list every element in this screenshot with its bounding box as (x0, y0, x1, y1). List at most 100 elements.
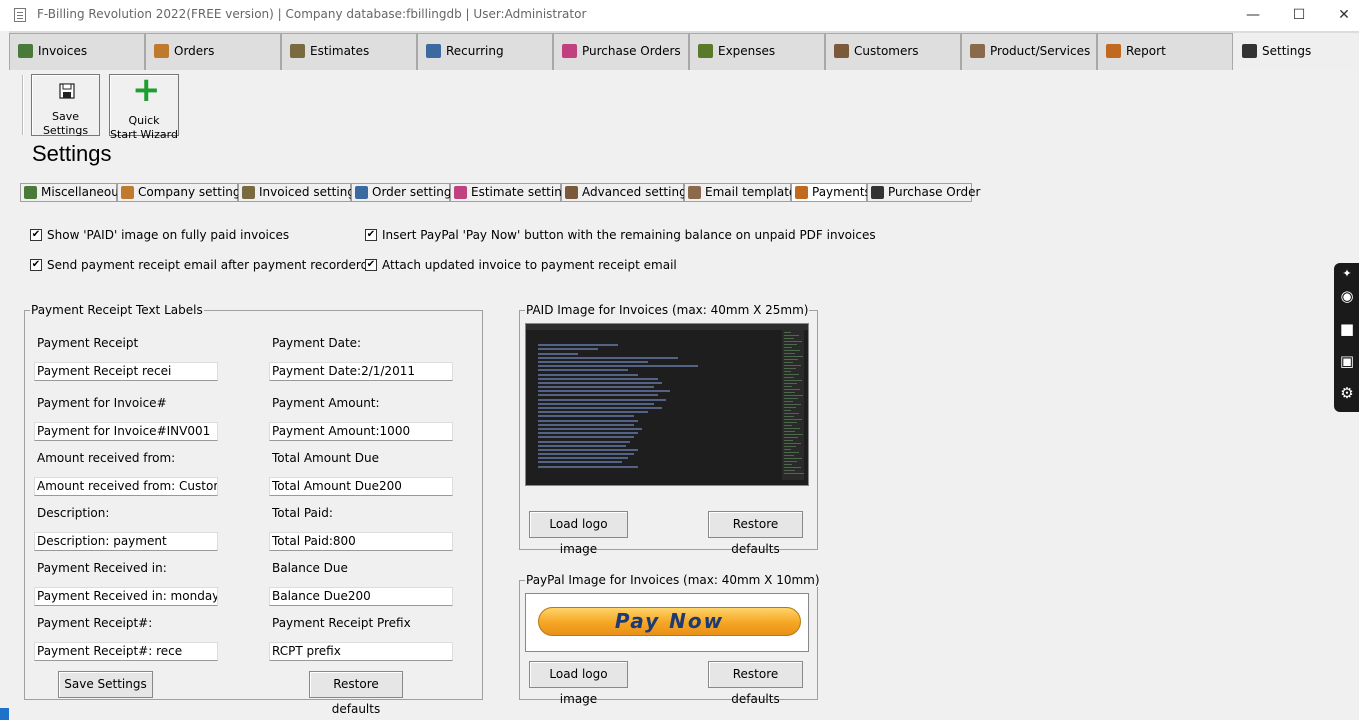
subtab-purchase-order[interactable]: Purchase Order (867, 183, 980, 202)
tab-recurring[interactable]: Recurring (417, 33, 553, 70)
subtab-label: Invoiced settings (259, 185, 362, 199)
tab-report[interactable]: Report (1097, 33, 1233, 70)
restore-defaults-labels-button[interactable]: Restore defaults (309, 671, 403, 716)
tab-label: Invoices (38, 44, 88, 58)
advanced-icon (565, 186, 578, 199)
minimize-button[interactable]: — (1238, 4, 1268, 26)
subtab-label: Miscellaneous (41, 185, 126, 199)
insert-paypal-label: Insert PayPal 'Pay Now' button with the … (382, 228, 876, 242)
tab-label: Purchase Orders (582, 44, 681, 58)
restore-paid-defaults-button[interactable]: Restore defaults (708, 511, 803, 556)
checkbox-box[interactable]: ✔ (30, 259, 42, 271)
subtab-payments[interactable]: Payments (791, 183, 871, 202)
subtab-company-settings[interactable]: Company settings (117, 183, 247, 202)
field-label: Payment Amount: (272, 396, 380, 410)
wizard-label-2: Start Wizard (110, 128, 178, 141)
field-label: Payment for Invoice# (37, 396, 167, 410)
restore-paypal-defaults-button[interactable]: Restore defaults (708, 661, 803, 706)
recurring-icon (426, 44, 441, 58)
invoiced-icon (242, 186, 255, 199)
paypal-image-title: PayPal Image for Invoices (max: 40mm X 1… (525, 573, 821, 587)
field-input[interactable]: Payment for Invoice#INV001 (34, 422, 218, 441)
load-paypal-logo-button[interactable]: Load logo image (529, 661, 628, 706)
paid-image-title: PAID Image for Invoices (max: 40mm X 25m… (525, 303, 810, 317)
field-input[interactable]: Payment Date:2/1/2011 (269, 362, 453, 381)
subtab-advanced-settings[interactable]: Advanced settings (561, 183, 693, 202)
subtab-invoiced-settings[interactable]: Invoiced settings (238, 183, 361, 202)
insert-paypal-checkbox[interactable]: ✔ Insert PayPal 'Pay Now' button with th… (365, 228, 876, 244)
payment-receipt-labels-title: Payment Receipt Text Labels (30, 303, 204, 317)
send-receipt-label: Send payment receipt email after payment… (47, 258, 369, 272)
subtab-miscellaneous[interactable]: Miscellaneous (20, 183, 125, 202)
checkbox-box[interactable]: ✔ (365, 229, 377, 241)
subtab-order-settings[interactable]: Order settings (351, 183, 458, 202)
gear-icon (1242, 44, 1257, 58)
expenses-icon (698, 44, 713, 58)
toolbar-grip (22, 75, 24, 135)
subtab-estimate-settings[interactable]: Estimate settings (450, 183, 576, 202)
subtab-label: Order settings (372, 185, 458, 199)
field-input[interactable]: Payment Receipt recei (34, 362, 218, 381)
video-icon[interactable]: ■ (1338, 320, 1356, 338)
settings-gear-icon[interactable]: ⚙ (1338, 384, 1356, 402)
gallery-icon[interactable]: ▣ (1338, 352, 1356, 370)
estimate-icon (454, 186, 467, 199)
products-icon (970, 44, 985, 58)
field-label: Description: (37, 506, 110, 520)
subtab-email-templates[interactable]: Email templates (684, 183, 803, 202)
tab-purchase-orders[interactable]: Purchase Orders (553, 33, 689, 70)
tab-orders[interactable]: Orders (145, 33, 281, 70)
tab-label: Report (1126, 44, 1166, 58)
tab-label: Estimates (310, 44, 370, 58)
attach-invoice-checkbox[interactable]: ✔ Attach updated invoice to payment rece… (365, 258, 677, 274)
tab-label: Recurring (446, 44, 504, 58)
tab-estimates[interactable]: Estimates (281, 33, 417, 70)
tab-customers[interactable]: Customers (825, 33, 961, 70)
field-input[interactable]: Total Paid:800 (269, 532, 453, 551)
window-title: F-Billing Revolution 2022(FREE version) … (37, 7, 587, 21)
estimates-icon (290, 44, 305, 58)
subtab-label: Company settings (138, 185, 247, 199)
maximize-button[interactable]: ☐ (1284, 4, 1314, 26)
field-input[interactable]: Total Amount Due200 (269, 477, 453, 496)
field-input[interactable]: Balance Due200 (269, 587, 453, 606)
tab-invoices[interactable]: Invoices (9, 33, 145, 70)
pin-icon[interactable]: ✦ (1338, 265, 1356, 283)
app-icon (14, 8, 26, 22)
invoices-icon (18, 44, 33, 58)
checkbox-box[interactable]: ✔ (30, 229, 42, 241)
field-label: Balance Due (272, 561, 348, 575)
field-input[interactable]: Amount received from: Customer (34, 477, 218, 496)
misc-icon (24, 186, 37, 199)
field-label: Total Amount Due (272, 451, 380, 465)
tab-settings[interactable]: Settings (1233, 33, 1359, 70)
show-paid-checkbox[interactable]: ✔ Show 'PAID' image on fully paid invoic… (30, 228, 330, 244)
save-settings-button[interactable]: Save Settings (31, 74, 100, 137)
save-label-2: Settings (42, 124, 89, 137)
attach-invoice-label: Attach updated invoice to payment receip… (382, 258, 677, 272)
field-label: Payment Received in: (37, 561, 167, 575)
tab-product-services[interactable]: Product/Services (961, 33, 1097, 70)
quick-start-wizard-button[interactable]: + Quick Start Wizard (109, 70, 179, 141)
plus-icon: + (132, 70, 161, 110)
field-input[interactable]: Payment Receipt#: rece (34, 642, 218, 661)
send-receipt-checkbox[interactable]: ✔ Send payment receipt email after payme… (30, 258, 368, 274)
load-paid-logo-button[interactable]: Load logo image (529, 511, 628, 556)
field-input[interactable]: Description: payment (34, 532, 218, 551)
close-button[interactable]: ✕ (1329, 4, 1359, 26)
save-settings-bottom-button[interactable]: Save Settings (58, 671, 153, 698)
subtab-label: Email templates (705, 185, 803, 199)
page-title: Settings (32, 141, 112, 166)
field-input[interactable]: Payment Received in: monday (34, 587, 218, 606)
field-input[interactable]: Payment Amount:1000 (269, 422, 453, 441)
wizard-label-1: Quick (128, 114, 160, 127)
email-icon (688, 186, 701, 199)
checkbox-box[interactable]: ✔ (365, 259, 377, 271)
paypal-image-preview: Pay Now (525, 593, 809, 652)
field-input[interactable]: RCPT prefix (269, 642, 453, 661)
orders-icon (154, 44, 169, 58)
subtab-label: Payments (812, 185, 871, 199)
field-label: Payment Receipt (37, 336, 139, 350)
camera-icon[interactable]: ◉ (1338, 287, 1356, 305)
tab-expenses[interactable]: Expenses (689, 33, 825, 70)
